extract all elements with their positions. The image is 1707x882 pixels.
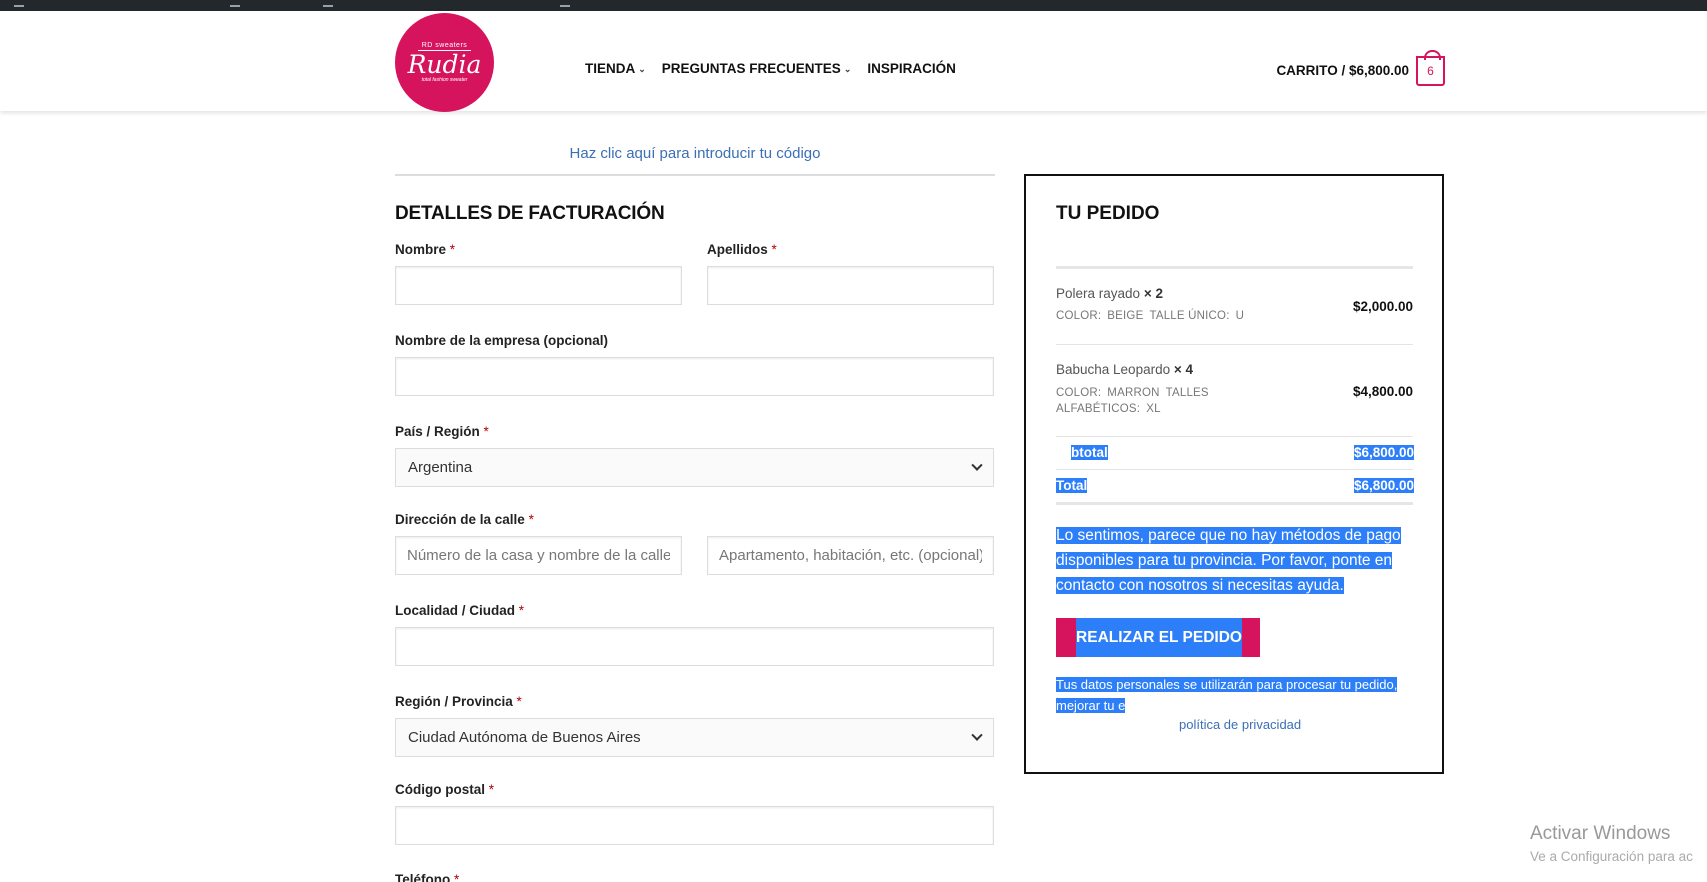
search-icon[interactable] <box>230 1 240 7</box>
subtotal-value: $6,800.00 <box>1353 445 1414 460</box>
postcode-field[interactable] <box>395 806 994 845</box>
city-label: Localidad / Ciudad * <box>395 603 525 618</box>
coupon-link[interactable]: Haz clic aquí para introducir tu código <box>395 145 995 162</box>
privacy-policy-link[interactable]: política de privacidad <box>1179 717 1301 732</box>
last-name-field[interactable] <box>707 266 994 305</box>
order-title: TU PEDIDO <box>1056 203 1160 224</box>
shopping-bag-icon[interactable]: 6 <box>1416 50 1445 86</box>
privacy-text: Tus datos personales se utilizarán para … <box>1056 677 1398 713</box>
activation-watermark-text: Ve a Configuración para ac <box>1530 849 1693 864</box>
last-name-label: Apellidos * <box>707 242 777 257</box>
city-field[interactable] <box>395 627 994 666</box>
logo[interactable]: RD sweaters Rudia total fashion sweater <box>395 13 494 112</box>
region-label: Región / Provincia * <box>395 694 522 709</box>
edit-icon[interactable] <box>560 1 570 7</box>
divider <box>1056 436 1413 437</box>
chevron-down-icon: ⌄ <box>638 64 646 74</box>
company-field[interactable] <box>395 357 994 396</box>
site-header: RD sweaters Rudia total fashion sweater … <box>0 11 1707 112</box>
phone-label: Teléfono * <box>395 872 460 882</box>
logo-main-text: Rudia <box>407 49 482 79</box>
divider <box>1056 266 1413 269</box>
divider <box>1056 502 1413 505</box>
postcode-label: Código postal * <box>395 782 495 797</box>
nav-item-label: TIENDA <box>585 61 636 76</box>
nav-item-label: PREGUNTAS FRECUENTES <box>661 61 841 76</box>
place-order-button[interactable]: REALIZAR EL PEDIDO <box>1056 618 1260 657</box>
cart-link[interactable]: CARRITO / $6,800.00 <box>1276 63 1409 78</box>
nav-item-faq[interactable]: PREGUNTAS FRECUENTES ⌄ <box>662 61 852 76</box>
region-select[interactable]: Ciudad Autónoma de Buenos Aires <box>395 718 994 757</box>
country-select[interactable]: Argentina <box>395 448 994 487</box>
first-name-field[interactable] <box>395 266 682 305</box>
street-field[interactable] <box>395 536 682 575</box>
main-nav: TIENDA ⌄ PREGUNTAS FRECUENTES ⌄ INSPIRAC… <box>585 61 956 76</box>
street-label: Dirección de la calle * <box>395 512 534 527</box>
cart-count: 6 <box>1427 64 1434 78</box>
nav-item-tienda[interactable]: TIENDA ⌄ <box>585 61 646 76</box>
company-label: Nombre de la empresa (opcional) <box>395 333 609 348</box>
apartment-field[interactable] <box>707 536 994 575</box>
total-label: Total <box>1056 478 1088 493</box>
product-meta: COLOR: BEIGE TALLE ÚNICO: U <box>1056 310 1245 322</box>
nav-item-inspiracion[interactable]: INSPIRACIÓN <box>867 61 956 76</box>
divider <box>1056 344 1413 345</box>
product-meta: COLOR: MARRON TALLES ALFABÉTICOS: XL <box>1056 387 1209 415</box>
product-price: $4,800.00 <box>1352 384 1413 399</box>
region-value: Ciudad Autónoma de Buenos Aires <box>408 729 641 746</box>
country-label: País / Región * <box>395 424 489 439</box>
chevron-down-icon: ⌄ <box>843 64 852 74</box>
total-value: $6,800.00 <box>1353 478 1414 493</box>
admin-bar <box>0 0 1707 11</box>
product-name: Babucha Leopardo × 4 <box>1056 362 1194 377</box>
billing-title: DETALLES DE FACTURACIÓN <box>395 203 665 224</box>
subtotal-label: btotal <box>1071 445 1108 460</box>
chevron-down-icon <box>971 459 983 471</box>
payment-notice: Lo sentimos, parece que no hay métodos d… <box>1056 527 1401 594</box>
menu-icon[interactable] <box>14 1 24 7</box>
logo-sub-text: total fashion sweater <box>421 77 468 84</box>
activation-watermark-title: Activar Windows <box>1530 823 1671 844</box>
place-order-label: REALIZAR EL PEDIDO <box>1076 618 1242 657</box>
chevron-down-icon <box>971 729 983 741</box>
divider <box>1056 469 1413 470</box>
product-price: $2,000.00 <box>1352 299 1413 314</box>
nav-item-label: INSPIRACIÓN <box>867 61 956 76</box>
country-value: Argentina <box>408 459 473 476</box>
lock-icon[interactable] <box>323 1 333 7</box>
first-name-label: Nombre * <box>395 242 456 257</box>
divider <box>395 174 995 176</box>
product-name: Polera rayado × 2 <box>1056 286 1163 301</box>
